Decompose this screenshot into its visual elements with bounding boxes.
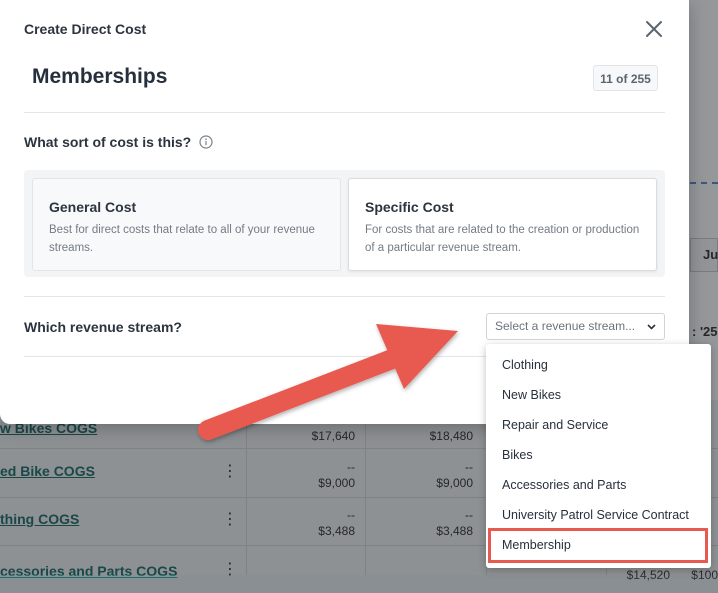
annotation-arrow (198, 324, 458, 440)
